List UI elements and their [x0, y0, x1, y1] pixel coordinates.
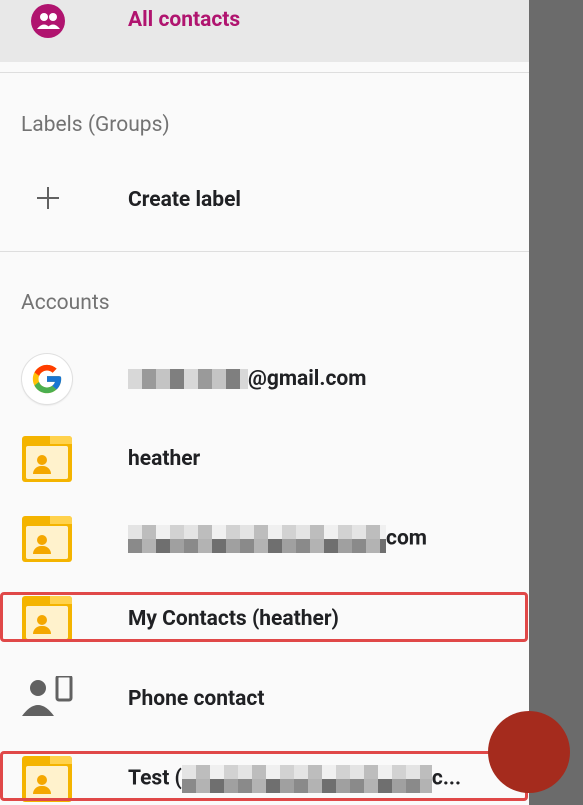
- folder-contact-icon: [22, 596, 72, 642]
- folder-contact-icon: [22, 756, 72, 802]
- google-icon: [22, 354, 72, 404]
- people-icon: [31, 4, 65, 38]
- account-item-my-contacts[interactable]: My Contacts (heather): [0, 586, 529, 652]
- account-label: Test (c...: [128, 765, 461, 793]
- account-label: heather: [128, 447, 201, 471]
- divider: [0, 72, 529, 73]
- account-label: My Contacts (heather): [128, 607, 339, 631]
- account-item-redacted[interactable]: com: [0, 506, 529, 572]
- account-item-google[interactable]: @gmail.com: [0, 346, 529, 412]
- redacted-text: [128, 369, 248, 390]
- account-label: com: [128, 525, 427, 553]
- account-item-heather[interactable]: heather: [0, 426, 529, 492]
- labels-section-header: Labels (Groups): [21, 113, 170, 137]
- plus-icon: [35, 185, 61, 215]
- folder-contact-icon: [22, 436, 72, 482]
- redacted-text: [181, 765, 432, 793]
- create-label-button[interactable]: Create label: [0, 167, 529, 233]
- account-item-phone-contact[interactable]: Phone contact: [0, 666, 529, 732]
- redacted-text: [128, 525, 386, 553]
- account-label-google: @gmail.com: [128, 367, 366, 391]
- navigation-drawer: All contacts Labels (Groups) Create labe…: [0, 0, 529, 805]
- folder-contact-icon: [22, 516, 72, 562]
- nav-item-all-contacts[interactable]: All contacts: [0, 0, 529, 62]
- divider: [0, 251, 529, 252]
- create-label-text: Create label: [128, 188, 241, 212]
- phone-contact-icon: [22, 674, 74, 722]
- account-label: Phone contact: [128, 687, 265, 711]
- all-contacts-label: All contacts: [128, 8, 241, 32]
- accounts-section-header: Accounts: [21, 291, 110, 315]
- account-item-test[interactable]: Test (c...: [0, 746, 529, 805]
- floating-action-button[interactable]: [488, 711, 570, 793]
